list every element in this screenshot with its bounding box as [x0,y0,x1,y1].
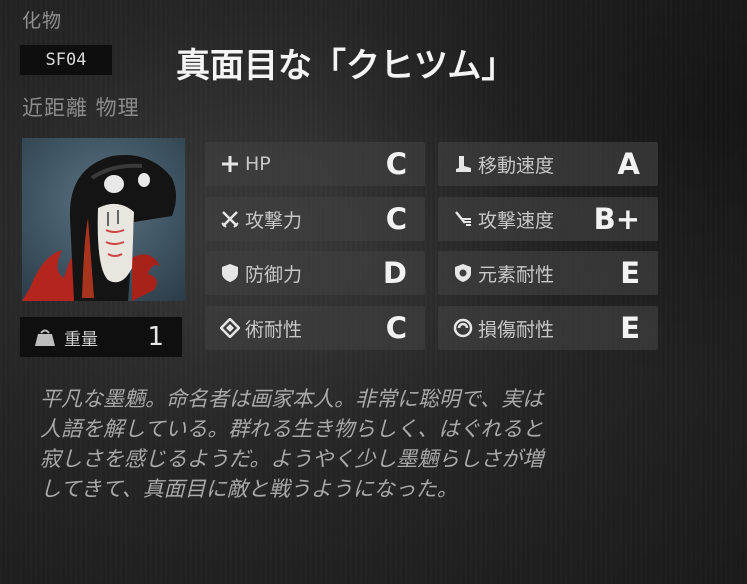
stat-label: 攻撃速度 [478,209,555,232]
unit-portrait [22,138,185,301]
stat-grade: A [617,147,640,181]
stat-attack: 攻撃力 C [205,197,425,241]
stat-grade: C [385,311,407,345]
stat-hp: HP C [205,142,425,186]
weight-icon [35,329,55,346]
weight-value: 1 [147,322,164,352]
description-line: 寂しさを感じるようだ。ようやく少し墨魎らしさが増 [40,447,544,471]
stat-damage-resistance: 損傷耐性 E [438,306,658,350]
stat-move-speed: 移動速度 A [438,142,658,186]
description-line: 人語を解している。群れる生き物らしく、はぐれると [40,417,544,441]
unit-description: 平凡な墨魎。命名者は画家本人。非常に聡明で、実は 人語を解している。群れる生き物… [40,384,680,504]
stat-grade: B+ [593,202,640,236]
stat-label: 防御力 [245,263,303,286]
stat-grade: E [620,311,640,345]
weight-label: 重量 [64,329,98,350]
stat-attack-speed: 攻撃速度 B+ [438,197,658,241]
creature-illustration [22,154,176,301]
stat-label: 攻撃力 [245,209,303,232]
description-line: してきて、真面目に敵と戦うようになった。 [40,477,458,501]
description-line: 平凡な墨魎。命名者は画家本人。非常に聡明で、実は [40,387,544,411]
stat-grade: D [382,256,407,290]
stat-grade: C [385,147,407,181]
range-type-label: 近距離 物理 [22,96,140,120]
plus-icon [219,153,241,175]
diamond-icon [219,317,241,339]
stat-grade: E [620,256,640,290]
shield-icon [219,262,241,284]
stat-grade: C [385,202,407,236]
unit-name-title: 真面目な「クヒツム」 [176,46,516,86]
stat-label: 術耐性 [245,318,303,341]
stat-label: HP [245,153,271,175]
crossed-swords-icon [219,208,241,230]
unit-category: 化物 [22,10,63,32]
unit-code-badge: SF04 [20,45,112,75]
boot-icon [452,153,474,175]
stat-arts-resistance: 術耐性 C [205,306,425,350]
ring-icon [452,317,474,339]
stat-label: 損傷耐性 [478,318,555,341]
stat-elemental-resistance: 元素耐性 E [438,251,658,295]
stat-label: 元素耐性 [478,263,555,286]
stat-label: 移動速度 [478,154,555,177]
weight-panel: 重量 1 [20,317,182,357]
stat-defense: 防御力 D [205,251,425,295]
speed-lines-icon [452,208,474,230]
element-shield-icon [452,262,474,284]
